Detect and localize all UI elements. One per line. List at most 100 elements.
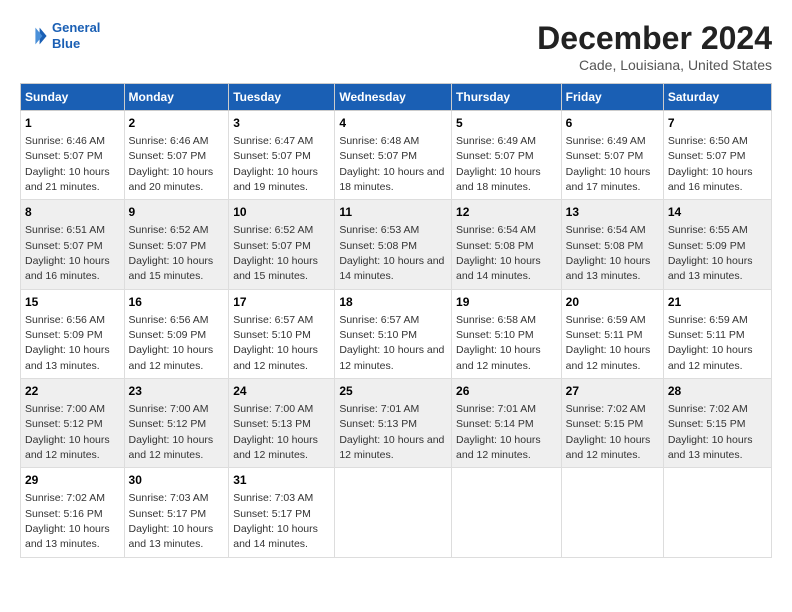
day-info: Sunrise: 6:56 AMSunset: 5:09 PMDaylight:… bbox=[25, 314, 110, 372]
main-title: December 2024 bbox=[537, 20, 772, 57]
table-row: 25Sunrise: 7:01 AMSunset: 5:13 PMDayligh… bbox=[335, 379, 452, 468]
table-row: 8 Sunrise: 6:51 AMSunset: 5:07 PMDaylight… bbox=[21, 200, 125, 289]
table-row: 1 Sunrise: 6:46 AMSunset: 5:07 PMDaylight… bbox=[21, 111, 125, 200]
calendar-week-row: 8 Sunrise: 6:51 AMSunset: 5:07 PMDaylight… bbox=[21, 200, 772, 289]
day-number: 19 bbox=[456, 294, 557, 311]
table-row: 2Sunrise: 6:46 AMSunset: 5:07 PMDaylight… bbox=[124, 111, 229, 200]
table-row: 27 Sunrise: 7:02 AMSunset: 5:15 PMDayligh… bbox=[561, 379, 663, 468]
day-info: Sunrise: 6:59 AMSunset: 5:11 PMDaylight:… bbox=[566, 314, 651, 372]
page-container: General Blue December 2024 Cade, Louisia… bbox=[20, 20, 772, 558]
day-number: 22 bbox=[25, 383, 120, 400]
day-info: Sunrise: 7:01 AMSunset: 5:14 PMDaylight:… bbox=[456, 403, 541, 461]
day-info: Sunrise: 7:00 AMSunset: 5:13 PMDaylight:… bbox=[233, 403, 318, 461]
day-number: 1 bbox=[25, 115, 120, 132]
table-row: 9 Sunrise: 6:52 AMSunset: 5:07 PMDaylight… bbox=[124, 200, 229, 289]
day-number: 27 bbox=[566, 383, 659, 400]
day-info: Sunrise: 6:49 AMSunset: 5:07 PMDaylight:… bbox=[566, 135, 651, 193]
day-number: 15 bbox=[25, 294, 120, 311]
day-info: Sunrise: 6:54 AMSunset: 5:08 PMDaylight:… bbox=[456, 224, 541, 282]
logo: General Blue bbox=[20, 20, 100, 51]
day-info: Sunrise: 7:00 AMSunset: 5:12 PMDaylight:… bbox=[129, 403, 214, 461]
table-row bbox=[561, 468, 663, 557]
day-info: Sunrise: 7:02 AMSunset: 5:15 PMDaylight:… bbox=[566, 403, 651, 461]
table-row: 16 Sunrise: 6:56 AMSunset: 5:09 PMDayligh… bbox=[124, 289, 229, 378]
table-row: 19 Sunrise: 6:58 AMSunset: 5:10 PMDayligh… bbox=[452, 289, 562, 378]
table-row bbox=[452, 468, 562, 557]
table-row: 12 Sunrise: 6:54 AMSunset: 5:08 PMDayligh… bbox=[452, 200, 562, 289]
logo-line2: Blue bbox=[52, 36, 80, 51]
day-info: Sunrise: 7:03 AMSunset: 5:17 PMDaylight:… bbox=[129, 492, 214, 550]
day-number: 31 bbox=[233, 472, 330, 489]
table-row: 11Sunrise: 6:53 AMSunset: 5:08 PMDayligh… bbox=[335, 200, 452, 289]
day-number: 24 bbox=[233, 383, 330, 400]
table-row: 24 Sunrise: 7:00 AMSunset: 5:13 PMDayligh… bbox=[229, 379, 335, 468]
day-number: 5 bbox=[456, 115, 557, 132]
col-tuesday: Tuesday bbox=[229, 84, 335, 111]
day-info: Sunrise: 6:49 AMSunset: 5:07 PMDaylight:… bbox=[456, 135, 541, 193]
table-row: 21 Sunrise: 6:59 AMSunset: 5:11 PMDayligh… bbox=[663, 289, 771, 378]
calendar-table: Sunday Monday Tuesday Wednesday Thursday… bbox=[20, 83, 772, 558]
day-number: 26 bbox=[456, 383, 557, 400]
calendar-week-row: 29 Sunrise: 7:02 AMSunset: 5:16 PMDayligh… bbox=[21, 468, 772, 557]
day-info: Sunrise: 6:52 AMSunset: 5:07 PMDaylight:… bbox=[233, 224, 318, 282]
table-row: 3 Sunrise: 6:47 AMSunset: 5:07 PMDaylight… bbox=[229, 111, 335, 200]
day-info: Sunrise: 6:46 AMSunset: 5:07 PMDaylight:… bbox=[25, 135, 110, 193]
header: General Blue December 2024 Cade, Louisia… bbox=[20, 20, 772, 73]
day-number: 3 bbox=[233, 115, 330, 132]
day-number: 25 bbox=[339, 383, 447, 400]
day-number: 10 bbox=[233, 204, 330, 221]
day-info: Sunrise: 6:58 AMSunset: 5:10 PMDaylight:… bbox=[456, 314, 541, 372]
day-info: Sunrise: 6:57 AMSunset: 5:10 PMDaylight:… bbox=[339, 314, 444, 372]
calendar-header-row: Sunday Monday Tuesday Wednesday Thursday… bbox=[21, 84, 772, 111]
day-info: Sunrise: 6:57 AMSunset: 5:10 PMDaylight:… bbox=[233, 314, 318, 372]
table-row: 4Sunrise: 6:48 AMSunset: 5:07 PMDaylight… bbox=[335, 111, 452, 200]
logo-text: General Blue bbox=[52, 20, 100, 51]
table-row: 6 Sunrise: 6:49 AMSunset: 5:07 PMDaylight… bbox=[561, 111, 663, 200]
day-number: 12 bbox=[456, 204, 557, 221]
day-number: 13 bbox=[566, 204, 659, 221]
table-row bbox=[335, 468, 452, 557]
table-row: 14 Sunrise: 6:55 AMSunset: 5:09 PMDayligh… bbox=[663, 200, 771, 289]
table-row: 5 Sunrise: 6:49 AMSunset: 5:07 PMDaylight… bbox=[452, 111, 562, 200]
day-info: Sunrise: 6:55 AMSunset: 5:09 PMDaylight:… bbox=[668, 224, 753, 282]
table-row: 20 Sunrise: 6:59 AMSunset: 5:11 PMDayligh… bbox=[561, 289, 663, 378]
logo-icon bbox=[20, 22, 48, 50]
day-number: 2 bbox=[129, 115, 225, 132]
table-row: 31 Sunrise: 7:03 AMSunset: 5:17 PMDayligh… bbox=[229, 468, 335, 557]
day-number: 20 bbox=[566, 294, 659, 311]
day-number: 9 bbox=[129, 204, 225, 221]
day-info: Sunrise: 6:50 AMSunset: 5:07 PMDaylight:… bbox=[668, 135, 753, 193]
col-sunday: Sunday bbox=[21, 84, 125, 111]
table-row: 7Sunrise: 6:50 AMSunset: 5:07 PMDaylight… bbox=[663, 111, 771, 200]
logo-line1: General bbox=[52, 20, 100, 35]
day-number: 21 bbox=[668, 294, 767, 311]
col-friday: Friday bbox=[561, 84, 663, 111]
day-info: Sunrise: 6:53 AMSunset: 5:08 PMDaylight:… bbox=[339, 224, 444, 282]
day-info: Sunrise: 6:59 AMSunset: 5:11 PMDaylight:… bbox=[668, 314, 753, 372]
table-row: 26 Sunrise: 7:01 AMSunset: 5:14 PMDayligh… bbox=[452, 379, 562, 468]
table-row: 13Sunrise: 6:54 AMSunset: 5:08 PMDayligh… bbox=[561, 200, 663, 289]
day-number: 6 bbox=[566, 115, 659, 132]
table-row: 22 Sunrise: 7:00 AMSunset: 5:12 PMDayligh… bbox=[21, 379, 125, 468]
table-row: 30Sunrise: 7:03 AMSunset: 5:17 PMDayligh… bbox=[124, 468, 229, 557]
col-monday: Monday bbox=[124, 84, 229, 111]
col-wednesday: Wednesday bbox=[335, 84, 452, 111]
day-number: 18 bbox=[339, 294, 447, 311]
day-info: Sunrise: 7:03 AMSunset: 5:17 PMDaylight:… bbox=[233, 492, 318, 550]
day-number: 8 bbox=[25, 204, 120, 221]
calendar-week-row: 1 Sunrise: 6:46 AMSunset: 5:07 PMDaylight… bbox=[21, 111, 772, 200]
calendar-week-row: 22 Sunrise: 7:00 AMSunset: 5:12 PMDayligh… bbox=[21, 379, 772, 468]
table-row: 15 Sunrise: 6:56 AMSunset: 5:09 PMDayligh… bbox=[21, 289, 125, 378]
day-info: Sunrise: 7:00 AMSunset: 5:12 PMDaylight:… bbox=[25, 403, 110, 461]
day-info: Sunrise: 6:56 AMSunset: 5:09 PMDaylight:… bbox=[129, 314, 214, 372]
day-info: Sunrise: 7:02 AMSunset: 5:16 PMDaylight:… bbox=[25, 492, 110, 550]
table-row: 23Sunrise: 7:00 AMSunset: 5:12 PMDayligh… bbox=[124, 379, 229, 468]
day-info: Sunrise: 6:51 AMSunset: 5:07 PMDaylight:… bbox=[25, 224, 110, 282]
table-row: 29 Sunrise: 7:02 AMSunset: 5:16 PMDayligh… bbox=[21, 468, 125, 557]
day-number: 16 bbox=[129, 294, 225, 311]
day-number: 14 bbox=[668, 204, 767, 221]
day-info: Sunrise: 6:48 AMSunset: 5:07 PMDaylight:… bbox=[339, 135, 444, 193]
day-info: Sunrise: 6:47 AMSunset: 5:07 PMDaylight:… bbox=[233, 135, 318, 193]
day-info: Sunrise: 6:52 AMSunset: 5:07 PMDaylight:… bbox=[129, 224, 214, 282]
day-number: 29 bbox=[25, 472, 120, 489]
